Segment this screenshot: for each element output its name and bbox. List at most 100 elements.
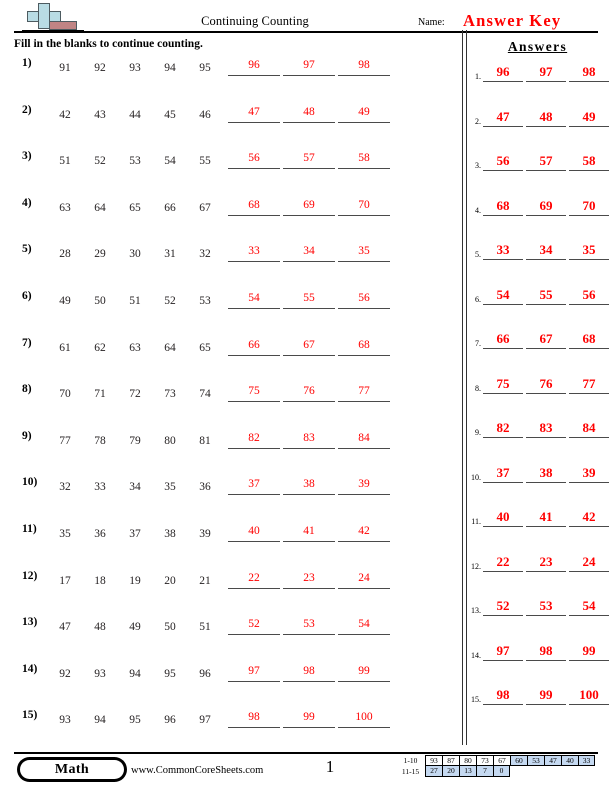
answer-row: 7. 66 67 68 — [468, 330, 612, 375]
answer-cell-value: 98 — [496, 687, 510, 702]
given-number: 52 — [94, 155, 106, 168]
answer-blank[interactable]: 55 — [283, 290, 335, 309]
answer-row: 13. 52 53 54 — [468, 597, 612, 642]
given-number: 28 — [59, 248, 71, 261]
answer-blank[interactable]: 67 — [283, 337, 335, 356]
given-number: 96 — [199, 667, 211, 680]
answer-value: 97 — [248, 664, 260, 677]
given-number: 91 — [59, 62, 71, 74]
given-number: 54 — [164, 155, 176, 168]
answer-blank[interactable]: 70 — [338, 197, 390, 216]
answer-blank[interactable]: 39 — [338, 476, 390, 496]
answer-cell: 77 — [569, 375, 609, 394]
answer-cell: 98 — [569, 63, 609, 82]
problem-number: 15) — [22, 709, 38, 722]
given-number: 80 — [164, 434, 176, 447]
answer-cell: 52 — [483, 597, 523, 616]
answer-blank[interactable]: 98 — [228, 709, 280, 729]
given-number: 52 — [164, 294, 176, 307]
answer-cell: 99 — [569, 642, 609, 661]
answer-blank[interactable]: 68 — [338, 337, 390, 356]
answer-blank[interactable]: 97 — [283, 57, 335, 76]
given-number: 35 — [164, 481, 176, 494]
answer-blank[interactable]: 83 — [283, 430, 335, 449]
problem-row: 7) 61 62 63 64 65 66 67 68 — [0, 335, 462, 382]
answer-value: 58 — [358, 152, 370, 165]
answer-value: 35 — [358, 245, 370, 258]
answer-row-number: 2. — [475, 116, 481, 126]
answer-blank[interactable]: 34 — [283, 243, 335, 263]
problem-number: 12) — [22, 569, 38, 582]
answer-value: 75 — [248, 385, 260, 398]
answer-value: 22 — [248, 571, 260, 584]
answer-blank[interactable]: 22 — [228, 570, 280, 589]
column-divider — [462, 30, 467, 745]
answer-blank[interactable]: 48 — [283, 104, 335, 123]
given-number: 96 — [164, 714, 176, 727]
answer-cell: 98 — [526, 642, 566, 661]
answer-blank[interactable]: 75 — [228, 383, 280, 403]
answer-blank[interactable]: 57 — [283, 150, 335, 170]
answer-cell-value: 23 — [539, 553, 553, 569]
given-number: 53 — [199, 294, 211, 307]
answer-blank[interactable]: 38 — [283, 476, 335, 496]
answer-blank[interactable]: 100 — [338, 709, 390, 729]
answer-blank[interactable]: 52 — [228, 616, 280, 636]
answer-cell-value: 68 — [582, 331, 596, 346]
answer-row: 14. 97 98 99 — [468, 642, 612, 687]
answer-cell-value: 99 — [582, 642, 596, 658]
answer-blank[interactable]: 40 — [228, 523, 280, 542]
answer-row-number: 15. — [471, 695, 481, 704]
answer-blank[interactable]: 82 — [228, 430, 280, 449]
problem-row: 12) 17 18 19 20 21 22 23 24 — [0, 568, 462, 615]
answer-cell: 54 — [569, 597, 609, 616]
answer-blank[interactable]: 69 — [283, 197, 335, 216]
given-number: 64 — [164, 341, 176, 354]
answer-blank[interactable]: 77 — [338, 383, 390, 403]
answer-blank[interactable]: 68 — [228, 197, 280, 216]
answer-blank[interactable]: 37 — [228, 476, 280, 496]
answer-cell-value: 55 — [539, 286, 553, 302]
given-number: 53 — [129, 155, 141, 168]
answer-value: 55 — [303, 291, 315, 304]
answer-cell-value: 98 — [539, 642, 553, 658]
answer-cell: 35 — [569, 241, 609, 260]
answer-blank[interactable]: 49 — [338, 104, 390, 123]
answer-blank[interactable]: 56 — [338, 290, 390, 309]
answer-blank[interactable]: 98 — [283, 663, 335, 682]
answer-blank[interactable]: 99 — [338, 663, 390, 682]
answer-blank[interactable]: 99 — [283, 709, 335, 729]
answer-blank[interactable]: 58 — [338, 150, 390, 170]
answer-value: 99 — [358, 664, 370, 677]
answer-blank[interactable]: 33 — [228, 243, 280, 263]
answer-blank[interactable]: 98 — [338, 57, 390, 76]
answer-blank[interactable]: 47 — [228, 104, 280, 123]
answer-cell: 33 — [483, 241, 523, 260]
problem-row: 5) 28 29 30 31 32 33 34 35 — [0, 241, 462, 288]
answer-cell: 97 — [526, 63, 566, 82]
answer-blank[interactable]: 96 — [228, 57, 280, 76]
given-number: 49 — [59, 294, 71, 307]
answer-blank[interactable]: 97 — [228, 663, 280, 682]
given-number: 50 — [164, 621, 176, 634]
grading-scale-cell: 27 — [425, 766, 442, 777]
problem-row: 6) 49 50 51 52 53 54 55 56 — [0, 288, 462, 335]
answer-blank[interactable]: 23 — [283, 570, 335, 589]
answer-blank[interactable]: 35 — [338, 243, 390, 263]
answer-blank[interactable]: 76 — [283, 383, 335, 403]
given-number: 18 — [94, 574, 106, 587]
answer-blank[interactable]: 24 — [338, 570, 390, 589]
answer-blank[interactable]: 66 — [228, 337, 280, 356]
answer-blank[interactable]: 42 — [338, 523, 390, 542]
answer-value: 41 — [303, 524, 315, 537]
given-number: 35 — [59, 527, 71, 540]
answer-blank[interactable]: 56 — [228, 150, 280, 170]
answer-blank[interactable]: 54 — [338, 616, 390, 636]
answer-blank[interactable]: 41 — [283, 523, 335, 542]
answer-blank[interactable]: 54 — [228, 290, 280, 309]
answer-cell: 56 — [483, 152, 523, 171]
answer-cell-value: 66 — [496, 331, 510, 346]
answer-blank[interactable]: 84 — [338, 430, 390, 449]
answer-blank[interactable]: 53 — [283, 616, 335, 636]
given-number: 61 — [59, 341, 71, 354]
